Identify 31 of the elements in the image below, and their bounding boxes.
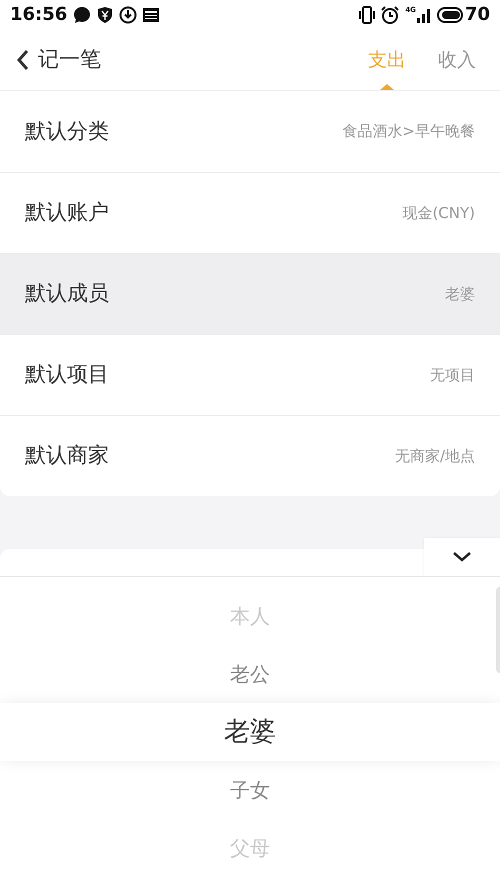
newspaper-icon	[143, 7, 160, 23]
battery-icon	[436, 7, 463, 23]
signal-icon	[416, 7, 431, 23]
back-icon	[16, 49, 30, 71]
setting-value: 老婆	[445, 284, 475, 305]
option-label: 老公	[230, 661, 270, 688]
setting-value: 现金(CNY)	[402, 202, 475, 224]
settings-row[interactable]: 默认成员 老婆	[0, 253, 500, 334]
setting-label: 默认成员	[25, 280, 109, 308]
shield-icon	[97, 6, 114, 24]
status-time: 16:56	[10, 6, 68, 24]
setting-label: 默认商家	[25, 442, 109, 470]
battery-level: 70	[464, 6, 490, 24]
chevron-down-icon	[452, 551, 472, 563]
setting-value: 食品酒水>早午晚餐	[342, 121, 475, 142]
collapse-button[interactable]	[424, 538, 500, 577]
setting-value: 无项目	[430, 364, 475, 386]
option-label: 老婆	[224, 716, 276, 748]
setting-value: 无商家/地点	[394, 446, 475, 467]
vibrate-icon	[359, 6, 376, 24]
setting-label: 默认账户	[25, 199, 109, 226]
chat-bubble-icon	[73, 6, 92, 24]
setting-label: 默认项目	[25, 361, 109, 388]
picker-option[interactable]: 老公	[0, 645, 500, 703]
picker-option[interactable]: 子女	[0, 761, 500, 819]
alarm-clock-icon	[381, 6, 400, 24]
download-icon	[119, 6, 138, 24]
setting-label: 默认分类	[25, 118, 109, 145]
back-button[interactable]: 记一笔	[16, 44, 101, 76]
picker-option[interactable]: 老婆	[0, 703, 500, 761]
option-label: 子女	[230, 777, 270, 804]
